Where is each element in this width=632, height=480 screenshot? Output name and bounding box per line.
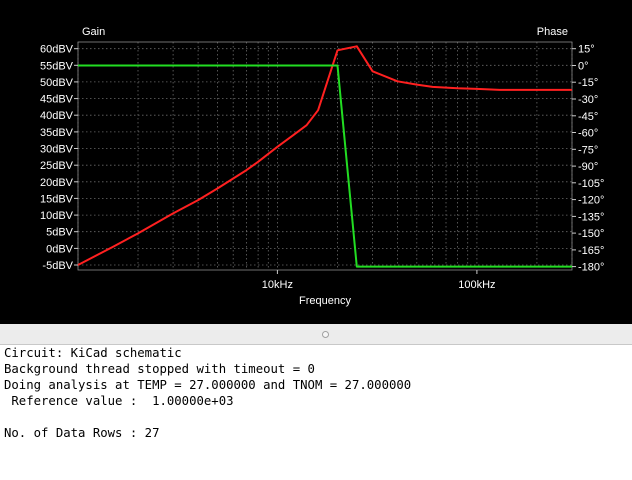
y-left-tick-label: 30dBV: [40, 144, 74, 156]
y-right-axis-label: Phase: [537, 26, 568, 38]
y-left-tick-label: 60dBV: [40, 44, 74, 56]
console-line: No. of Data Rows : 27: [4, 426, 160, 440]
x-tick-label: 10kHz: [262, 279, 293, 291]
y-right-tick-label: -60°: [578, 128, 598, 140]
x-tick-label: 100kHz: [458, 279, 495, 291]
y-right-tick-label: -45°: [578, 111, 598, 123]
simulator-console[interactable]: Circuit: KiCad schematic Background thre…: [0, 345, 632, 480]
y-left-tick-label: 5dBV: [46, 227, 74, 239]
console-line: Reference value : 1.00000e+03: [4, 394, 234, 408]
y-left-tick-label: 0dBV: [46, 243, 74, 255]
y-right-tick-label: -90°: [578, 161, 598, 173]
splitter-grip-icon[interactable]: [322, 331, 329, 338]
y-left-axis-label: Gain: [82, 26, 105, 38]
gain-series-line: [77, 45, 572, 266]
x-axis-label: Frequency: [299, 295, 351, 307]
y-left-tick-label: 35dBV: [40, 127, 74, 139]
y-right-tick-label: -105°: [578, 178, 604, 190]
y-left-tick-label: 20dBV: [40, 177, 74, 189]
plot-frame: [77, 41, 573, 271]
y-right-tick-label: -135°: [578, 211, 604, 223]
y-left-tick-label: 15dBV: [40, 193, 74, 205]
console-line: Doing analysis at TEMP = 27.000000 and T…: [4, 378, 412, 392]
y-right-tick-label: 15°: [578, 44, 595, 56]
plot-panel[interactable]: 60dBV 55dBV 50dBV 45dBV 40dBV 35dBV 30dBV 25dBV…: [0, 0, 632, 324]
y-right-tick-label: -165°: [578, 245, 604, 257]
console-line: Circuit: KiCad schematic: [4, 346, 182, 360]
y-right-tick-label: -75°: [578, 144, 598, 156]
y-right-tick-label: -15°: [578, 77, 598, 89]
y-left-tick-label: 55dBV: [40, 60, 74, 72]
y-left-tick-label: 40dBV: [40, 110, 74, 122]
phase-series-line: [78, 64, 572, 268]
y-right-tick-label: -150°: [578, 228, 604, 240]
y-left-tick-label: -5dBV: [42, 260, 73, 272]
y-right-tick-label: -180°: [578, 262, 604, 274]
y-right-tick-label: -30°: [578, 94, 598, 106]
y-left-tick-label: 25dBV: [40, 160, 74, 172]
y-left-tick-label: 50dBV: [40, 77, 74, 89]
y-right-tick-label: -120°: [578, 195, 604, 207]
bode-plot[interactable]: 60dBV 55dBV 50dBV 45dBV 40dBV 35dBV 30dBV 25dBV…: [0, 0, 632, 324]
console-line: Background thread stopped with timeout =…: [4, 362, 315, 376]
y-right-tick-label: 0°: [578, 61, 589, 73]
y-left-tick-label: 45dBV: [40, 94, 74, 106]
panel-splitter[interactable]: [0, 324, 632, 345]
y-left-tick-label: 10dBV: [40, 210, 74, 222]
